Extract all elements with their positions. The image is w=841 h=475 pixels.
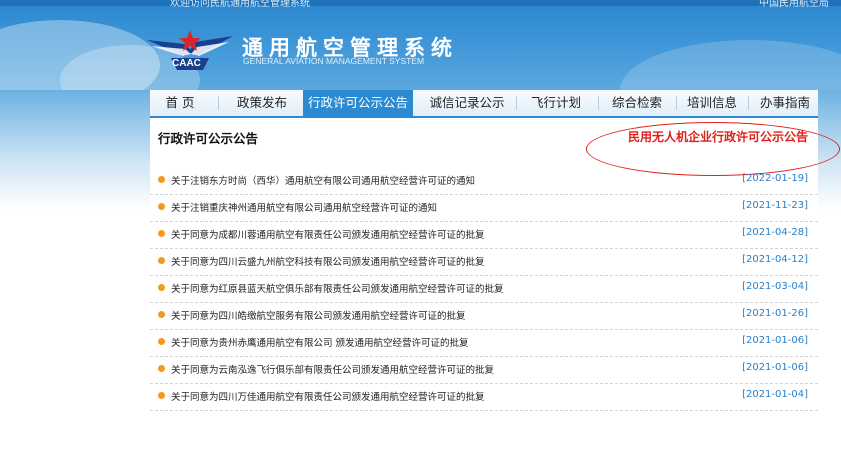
notice-date: [2021-01-04] — [742, 389, 808, 400]
nav-item-policy[interactable]: 政策发布 — [222, 90, 302, 116]
notice-date: [2021-04-12] — [742, 254, 808, 265]
notice-date: [2021-01-26] — [742, 308, 808, 319]
bullet-icon — [158, 284, 165, 291]
list-item[interactable]: 关于注销重庆神州通用航空有限公司通用航空经营许可证的通知 [2021-11-23… — [150, 195, 818, 222]
nav-separator — [218, 96, 219, 110]
notice-date: [2021-11-23] — [742, 200, 808, 211]
list-item[interactable]: 关于同意为红原县蓝天航空俱乐部有限责任公司颁发通用航空经营许可证的批复 [202… — [150, 276, 818, 303]
nav-separator — [598, 96, 599, 110]
main-content: 首 页 政策发布 行政许可公示公告 诚信记录公示 飞行计划 综合检索 培训信息 … — [150, 90, 840, 475]
list-item[interactable]: 关于同意为四川皓缴航空服务有限公司颁发通用航空经营许可证的批复 [2021-01… — [150, 303, 818, 330]
nav-separator — [676, 96, 677, 110]
notice-title[interactable]: 关于注销东方时尚（西华）通用航空有限公司通用航空经营许可证的通知 — [171, 173, 475, 187]
cloud-decoration — [620, 40, 841, 90]
bullet-icon — [158, 230, 165, 237]
notice-title[interactable]: 关于同意为红原县蓝天航空俱乐部有限责任公司颁发通用航空经营许可证的批复 — [171, 281, 504, 295]
list-item[interactable]: 关于注销东方时尚（西华）通用航空有限公司通用航空经营许可证的通知 [2022-0… — [150, 168, 818, 195]
bullet-icon — [158, 203, 165, 210]
nav-item-admin-license[interactable]: 行政许可公示公告 — [303, 90, 413, 116]
nav-separator — [516, 96, 517, 110]
nav-item-home[interactable]: 首 页 — [150, 90, 210, 116]
nav-item-guide[interactable]: 办事指南 — [752, 90, 818, 116]
notice-date: [2021-04-28] — [742, 227, 808, 238]
bullet-icon — [158, 176, 165, 183]
section-title: 行政许可公示公告 — [158, 131, 259, 146]
top-right-text: 中国民用航空局 — [759, 0, 829, 9]
notice-title[interactable]: 关于同意为贵州赤鹰通用航空有限公司 颁发通用航空经营许可证的批复 — [171, 335, 469, 349]
top-welcome-text: 欢迎访问民航通用航空管理系统 — [170, 0, 310, 9]
caac-logo-text: CAAC — [172, 58, 201, 69]
list-item[interactable]: 关于同意为云南泓逸飞行俱乐部有限责任公司颁发通用航空经营许可证的批复 [2021… — [150, 357, 818, 384]
notice-date: [2021-01-06] — [742, 335, 808, 346]
bullet-icon — [158, 311, 165, 318]
notice-date: [2022-01-19] — [742, 173, 808, 184]
side-background-left — [0, 90, 150, 210]
notice-title[interactable]: 关于同意为四川万佳通用航空有限责任公司颁发通用航空经营许可证的批复 — [171, 389, 485, 403]
top-strip — [0, 0, 841, 6]
site-header: 欢迎访问民航通用航空管理系统 中国民用航空局 CAAC 通用航空管理系统 GEN… — [0, 0, 841, 90]
nav-separator — [748, 96, 749, 110]
list-item[interactable]: 关于同意为成都川蓉通用航空有限责任公司颁发通用航空经营许可证的批复 [2021-… — [150, 222, 818, 249]
main-nav: 首 页 政策发布 行政许可公示公告 诚信记录公示 飞行计划 综合检索 培训信息 … — [150, 90, 818, 118]
list-item[interactable]: 关于同意为四川云盛九州航空科技有限公司颁发通用航空经营许可证的批复 [2021-… — [150, 249, 818, 276]
nav-item-training[interactable]: 培训信息 — [680, 90, 744, 116]
notice-title[interactable]: 关于同意为四川皓缴航空服务有限公司颁发通用航空经营许可证的批复 — [171, 308, 466, 322]
nav-item-credit[interactable]: 诚信记录公示 — [420, 90, 514, 116]
list-item[interactable]: 关于同意为四川万佳通用航空有限责任公司颁发通用航空经营许可证的批复 [2021-… — [150, 384, 818, 411]
list-item[interactable]: 关于同意为贵州赤鹰通用航空有限公司 颁发通用航空经营许可证的批复 [2021-0… — [150, 330, 818, 357]
notice-title[interactable]: 关于同意为四川云盛九州航空科技有限公司颁发通用航空经营许可证的批复 — [171, 254, 485, 268]
bullet-icon — [158, 338, 165, 345]
notice-list: 关于注销东方时尚（西华）通用航空有限公司通用航空经营许可证的通知 [2022-0… — [150, 168, 818, 411]
bullet-icon — [158, 392, 165, 399]
nav-item-search[interactable]: 综合检索 — [602, 90, 672, 116]
notice-title[interactable]: 关于同意为云南泓逸飞行俱乐部有限责任公司颁发通用航空经营许可证的批复 — [171, 362, 494, 376]
nav-item-flight-plan[interactable]: 飞行计划 — [520, 90, 592, 116]
notice-title[interactable]: 关于注销重庆神州通用航空有限公司通用航空经营许可证的通知 — [171, 200, 437, 214]
bullet-icon — [158, 257, 165, 264]
bullet-icon — [158, 365, 165, 372]
notice-date: [2021-03-04] — [742, 281, 808, 292]
system-subtitle: GENERAL AVIATION MANAGEMENT SYSTEM — [243, 56, 425, 66]
notice-date: [2021-01-06] — [742, 362, 808, 373]
notice-title[interactable]: 关于同意为成都川蓉通用航空有限责任公司颁发通用航空经营许可证的批复 — [171, 227, 485, 241]
